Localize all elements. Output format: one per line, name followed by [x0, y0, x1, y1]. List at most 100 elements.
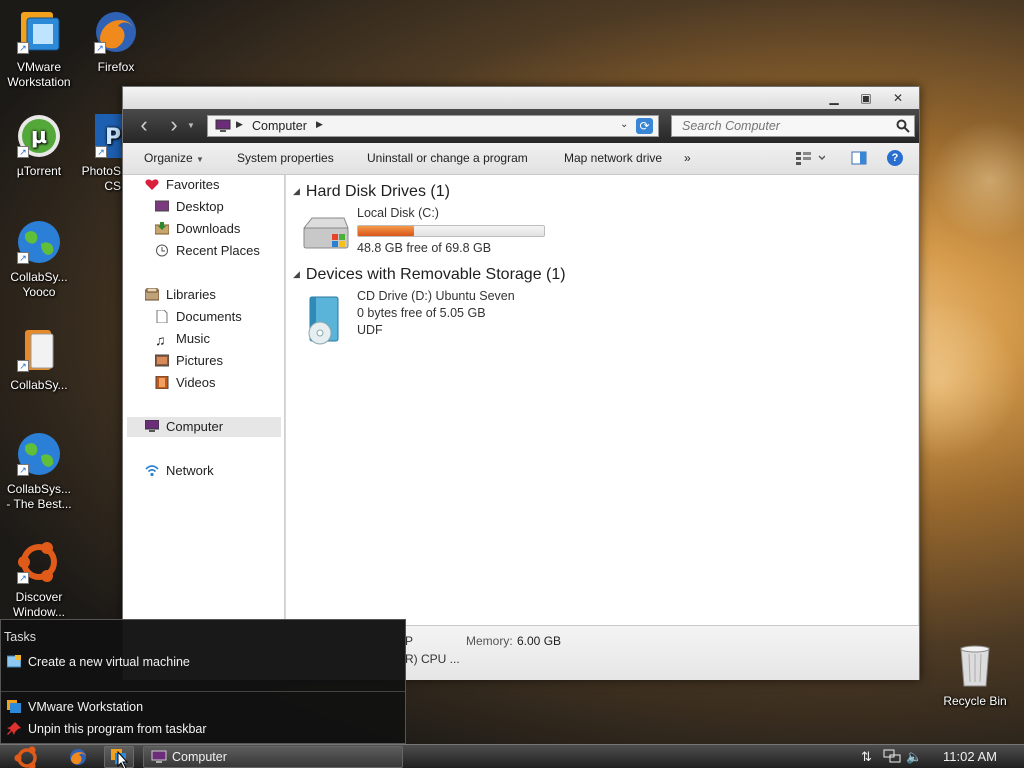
- desktop-icon-recycle-bin[interactable]: Recycle Bin: [936, 642, 1014, 709]
- vmware-workstation-item[interactable]: VMware Workstation: [7, 700, 143, 714]
- details-fragment: R) CPU ...: [405, 652, 460, 666]
- wallpaper-bokeh: [930, 120, 1024, 240]
- taskbar-firefox-button[interactable]: [69, 748, 87, 768]
- organize-menu[interactable]: Organize ▼: [144, 151, 204, 165]
- memory-label: Memory:: [466, 634, 513, 648]
- minimize-button[interactable]: ▁: [821, 90, 847, 106]
- taskbar: Computer ⇅ 🔈 11:02 AM: [0, 744, 1024, 768]
- nav-label: Libraries: [166, 287, 216, 302]
- nav-favorites[interactable]: Favorites: [145, 175, 219, 195]
- nav-downloads[interactable]: Downloads: [154, 219, 241, 239]
- help-icon[interactable]: ?: [887, 150, 903, 166]
- desktop-icon-collabsys-best[interactable]: ↗ CollabSys... - The Best...: [0, 430, 78, 512]
- recycle-bin-icon: [951, 642, 999, 690]
- pin-icon: [7, 722, 21, 735]
- cd-drive-icon: [302, 295, 346, 350]
- nav-label: Pictures: [176, 353, 223, 368]
- desktop-icon-collabsys-yooco[interactable]: ↗ CollabSy... Yooco: [0, 218, 78, 300]
- desktop-icon-label: µTorrent: [16, 164, 62, 178]
- drive-cd-d[interactable]: CD Drive (D:) Ubuntu Seven 0 bytes free …: [300, 289, 600, 350]
- uninstall-program-button[interactable]: Uninstall or change a program: [367, 151, 528, 165]
- close-button[interactable]: ✕: [885, 90, 911, 106]
- search-icon[interactable]: [896, 119, 910, 136]
- drive-filesystem: UDF: [357, 323, 383, 337]
- recent-pages-dropdown[interactable]: ▼: [187, 121, 195, 130]
- desktop-icon-photoshop[interactable]: Ps ↗ PhotoS CS: [79, 112, 123, 194]
- nav-libraries[interactable]: Libraries: [144, 285, 216, 305]
- nav-desktop[interactable]: Desktop: [154, 197, 224, 217]
- group-header-removable-storage[interactable]: ◢ Devices with Removable Storage (1): [293, 266, 566, 284]
- clock[interactable]: 11:02 AM: [943, 749, 997, 764]
- mouse-cursor-icon: [117, 750, 129, 768]
- breadcrumb-separator: ▶: [316, 119, 323, 129]
- globe-icon: ↗: [15, 430, 63, 478]
- desktop-icon-firefox[interactable]: ↗ Firefox: [77, 8, 155, 75]
- nav-pictures[interactable]: Pictures: [154, 351, 223, 371]
- film-icon: [155, 375, 169, 390]
- volume-icon[interactable]: 🔈: [906, 749, 922, 765]
- jump-list-tasks-header: Tasks: [4, 630, 36, 644]
- window-titlebar[interactable]: ▁ ▣ ✕: [123, 87, 919, 109]
- desktop-icon-collabsys[interactable]: ↗ CollabSy...: [0, 326, 78, 393]
- desktop-icon-label: VMware Workstation: [7, 60, 71, 89]
- forward-button[interactable]: ›: [163, 114, 185, 137]
- start-button[interactable]: [10, 745, 44, 768]
- address-bar[interactable]: ▶ Computer ▶ ⌄ ⟳: [207, 115, 659, 137]
- phone-icon: ↗: [15, 326, 63, 374]
- computer-icon: [151, 750, 167, 763]
- address-dropdown-icon[interactable]: ⌄: [620, 119, 628, 130]
- desktop-folder-icon: [154, 199, 170, 212]
- system-properties-button[interactable]: System properties: [237, 151, 334, 165]
- computer-icon: [215, 119, 231, 136]
- nav-label: Computer: [166, 419, 224, 434]
- collapse-triangle-icon: ◢: [293, 186, 300, 196]
- nav-computer[interactable]: Computer: [127, 417, 281, 437]
- nav-music[interactable]: ♫ Music: [155, 329, 210, 349]
- jump-list-divider: [1, 691, 405, 692]
- ubuntu-icon: ↗: [15, 538, 63, 586]
- firefox-icon: ↗: [92, 8, 140, 56]
- computer-icon: [144, 419, 160, 432]
- collapse-triangle-icon: ◢: [293, 269, 300, 279]
- desktop-icon-utorrent[interactable]: µ ↗ µTorrent: [0, 112, 78, 179]
- svg-text:µ: µ: [31, 124, 47, 149]
- desktop-icon-label: Discover Window...: [12, 590, 66, 619]
- taskbar-computer-window-button[interactable]: Computer: [143, 746, 403, 768]
- nav-label: Recent Places: [176, 243, 260, 258]
- nav-label: Desktop: [176, 199, 224, 214]
- network-activity-icon[interactable]: ⇅: [861, 749, 872, 765]
- breadcrumb-computer[interactable]: Computer: [252, 119, 307, 133]
- desktop-icon-label: PhotoS CS: [81, 164, 121, 193]
- drive-local-disk-c[interactable]: Local Disk (C:) 48.8 GB free of 69.8 GB: [300, 206, 560, 259]
- back-button[interactable]: ‹: [133, 114, 155, 137]
- vmware-icon: [7, 700, 21, 713]
- nav-documents[interactable]: Documents: [155, 307, 242, 327]
- refresh-icon[interactable]: ⟳: [636, 118, 653, 134]
- search-input[interactable]: [672, 116, 892, 136]
- create-virtual-machine-task[interactable]: Create a new virtual machine: [6, 655, 190, 669]
- navigation-bar: ‹ › ▼ ▶ Computer ▶ ⌄ ⟳: [123, 109, 919, 143]
- nav-label: Downloads: [176, 221, 241, 236]
- more-commands-button[interactable]: »: [684, 151, 691, 165]
- desktop-icon-discover-windows[interactable]: ↗ Discover Window...: [0, 538, 78, 620]
- clock-icon: [155, 243, 169, 257]
- preview-pane-icon[interactable]: [851, 151, 867, 168]
- network-tray-icon[interactable]: [883, 749, 901, 768]
- nav-recent-places[interactable]: Recent Places: [155, 241, 260, 261]
- change-view-icon[interactable]: [795, 151, 826, 168]
- hard-disk-icon: [300, 214, 350, 259]
- taskbar-button-label: Computer: [172, 750, 227, 764]
- map-network-drive-button[interactable]: Map network drive: [564, 151, 662, 165]
- nav-videos[interactable]: Videos: [155, 373, 216, 393]
- chevron-down-icon: ▼: [196, 155, 204, 164]
- maximize-button[interactable]: ▣: [853, 90, 879, 106]
- desktop-icon-vmware[interactable]: ↗ VMware Workstation: [0, 8, 78, 90]
- search-box[interactable]: [671, 115, 915, 137]
- group-header-hard-disk-drives[interactable]: ◢ Hard Disk Drives (1): [293, 183, 450, 201]
- command-bar: Organize ▼ System properties Uninstall o…: [123, 143, 919, 175]
- unpin-from-taskbar-item[interactable]: Unpin this program from taskbar: [7, 722, 207, 736]
- nav-label: Documents: [176, 309, 242, 324]
- nav-network[interactable]: Network: [145, 461, 214, 481]
- group-title: Devices with Removable Storage (1): [305, 266, 566, 283]
- document-icon: [155, 309, 169, 324]
